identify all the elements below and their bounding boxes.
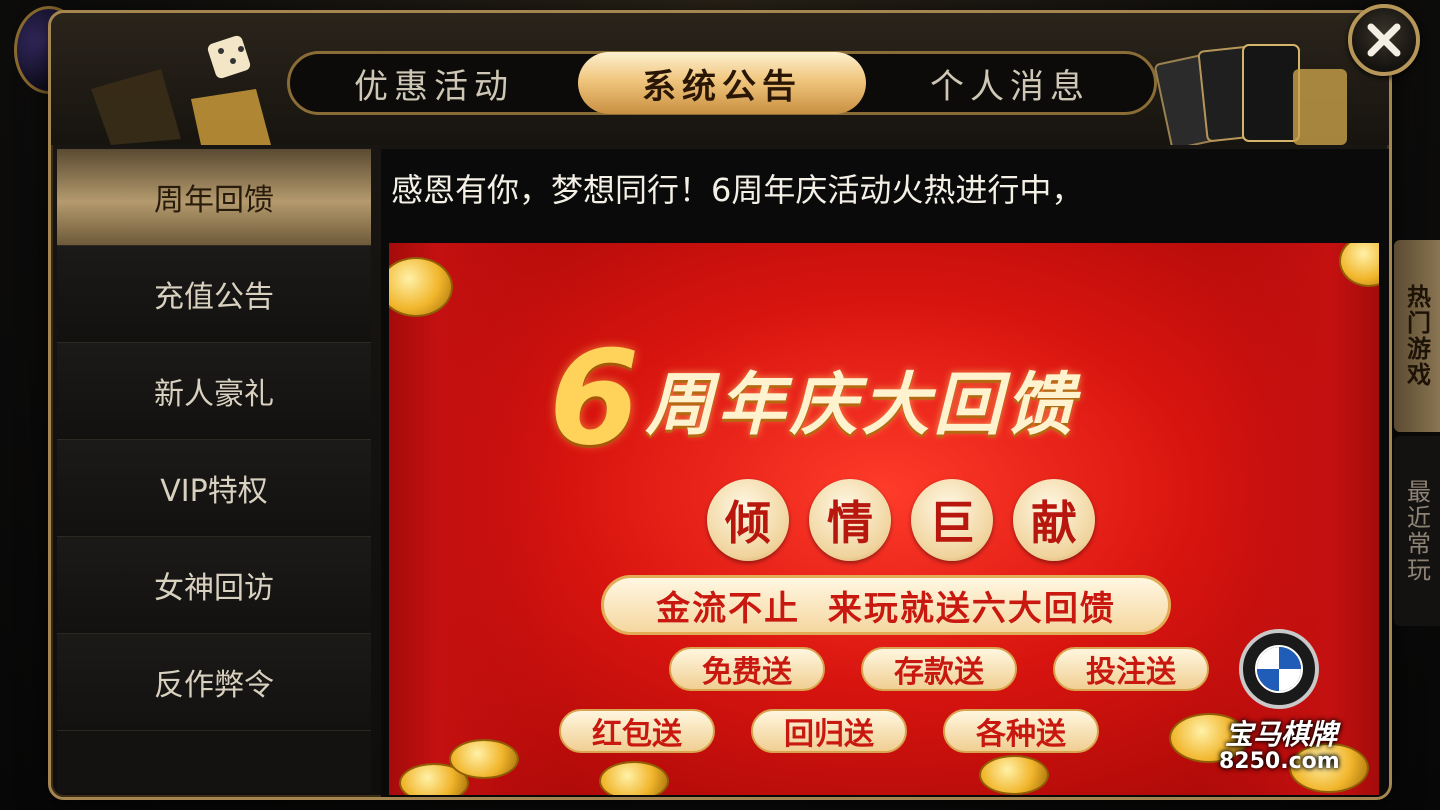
sidebar-item-goddess-visit[interactable]: 女神回访	[57, 537, 371, 634]
seal-row: 倾 情 巨 献	[707, 479, 1095, 561]
close-icon	[1367, 23, 1401, 57]
sidebar-item-anniversary[interactable]: 周年回馈	[57, 149, 371, 246]
brand-name: 宝马棋牌	[1225, 718, 1338, 751]
gold-coin-icon	[449, 739, 519, 779]
banner-slogan: 金流不止 来玩就送六大回馈	[601, 575, 1171, 635]
side-tab-recent-games[interactable]: 最近常玩	[1394, 436, 1440, 626]
tab-promotions[interactable]: 优惠活动	[290, 54, 578, 112]
modal-tabs: 优惠活动 系统公告 个人消息	[287, 51, 1157, 115]
seal-char: 巨	[911, 479, 993, 561]
gold-coin-icon	[599, 761, 669, 795]
banner-number: 6	[549, 322, 640, 474]
notice-content: 感恩有你，梦想同行！6周年庆活动火热进行中， 6 周年庆大回馈 倾 情 巨 献 …	[381, 149, 1389, 797]
reward-pill-misc: 各种送	[943, 709, 1099, 753]
reward-pill-red-packet: 红包送	[559, 709, 715, 753]
notice-modal: 优惠活动 系统公告 个人消息 周年回馈 充值公告 新人豪礼 VIP特权 女神回访…	[48, 10, 1392, 800]
anniversary-banner: 6 周年庆大回馈 倾 情 巨 献 金流不止 来玩就送六大回馈 免费送 存款送 投…	[389, 243, 1379, 795]
banner-title-text: 周年庆大回馈	[645, 365, 1078, 445]
seal-char: 倾	[707, 479, 789, 561]
playing-cards-decoration	[1154, 44, 1347, 145]
reward-pill-return: 回归送	[751, 709, 907, 753]
notice-headline: 感恩有你，梦想同行！6周年庆活动火热进行中，	[391, 171, 1084, 209]
curtain-left	[389, 243, 569, 795]
app-screen: 优惠活动 系统公告 个人消息 周年回馈 充值公告 新人豪礼 VIP特权 女神回访…	[0, 0, 1440, 810]
sidebar-item-recharge-notice[interactable]: 充值公告	[57, 246, 371, 343]
reward-pill-free: 免费送	[669, 647, 825, 691]
modal-header: 优惠活动 系统公告 个人消息	[51, 13, 1389, 145]
dice-cards-decoration	[91, 35, 271, 145]
bmw-logo-icon	[1239, 629, 1319, 709]
brand-url: 8250.com	[1219, 749, 1340, 774]
banner-title: 6 周年庆大回馈	[549, 333, 1249, 463]
tab-personal-messages[interactable]: 个人消息	[866, 54, 1154, 112]
side-tab-hot-games[interactable]: 热门游戏	[1394, 240, 1440, 432]
seal-char: 献	[1013, 479, 1095, 561]
close-button[interactable]	[1348, 4, 1420, 76]
sidebar-item-newbie-gift[interactable]: 新人豪礼	[57, 343, 371, 440]
notice-sidebar: 周年回馈 充值公告 新人豪礼 VIP特权 女神回访 反作弊令	[57, 149, 371, 793]
gold-coin-icon	[979, 755, 1049, 795]
sidebar-item-anti-cheat[interactable]: 反作弊令	[57, 634, 371, 731]
sidebar-item-vip-privilege[interactable]: VIP特权	[57, 440, 371, 537]
reward-pill-bet: 投注送	[1053, 647, 1209, 691]
seal-char: 情	[809, 479, 891, 561]
reward-pill-deposit: 存款送	[861, 647, 1017, 691]
tab-system-notice[interactable]: 系统公告	[578, 52, 866, 114]
